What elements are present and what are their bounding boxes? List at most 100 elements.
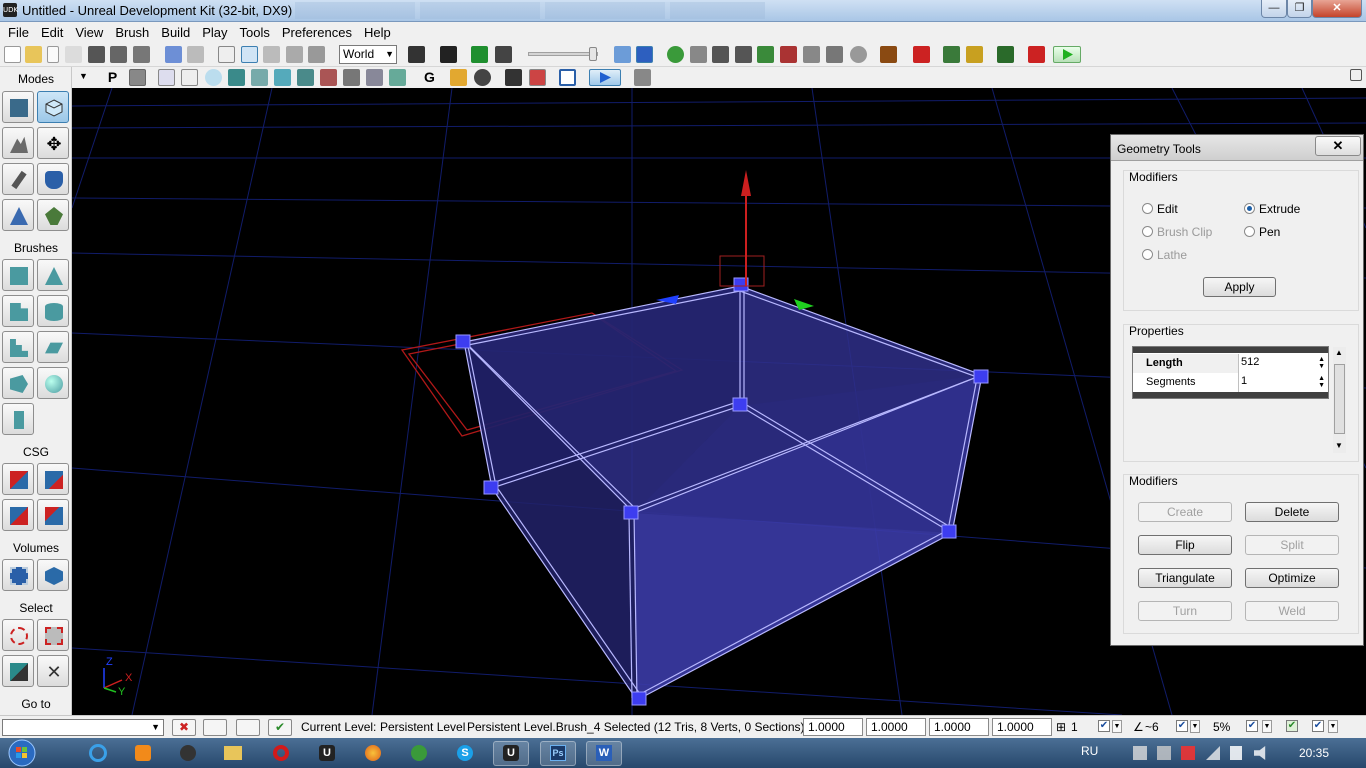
coordinate-system-select[interactable]: World ▼: [339, 45, 397, 64]
game-app-icon[interactable]: [170, 741, 206, 766]
kismet-k-icon[interactable]: [471, 46, 488, 63]
spiral-stair-brush-button[interactable]: [2, 367, 34, 399]
levels-icon[interactable]: [236, 719, 260, 736]
scale-y-field[interactable]: 1.0000: [866, 718, 926, 736]
sheet-brush-button[interactable]: [37, 331, 69, 363]
lighting-channels-icon[interactable]: [389, 69, 406, 86]
drag-grid-checkbox[interactable]: ✔: [1312, 720, 1324, 732]
volumetric-brush-button[interactable]: [2, 403, 34, 435]
tray-app-icon[interactable]: [1133, 746, 1147, 760]
wireframe-icon[interactable]: [158, 69, 175, 86]
play-in-viewport-button[interactable]: [589, 69, 621, 86]
select-none-button[interactable]: ✕: [37, 655, 69, 687]
game-view-icon[interactable]: G: [421, 69, 438, 86]
menu-help[interactable]: Help: [358, 25, 397, 40]
language-indicator[interactable]: RU: [1081, 744, 1098, 758]
properties-scroll-thumb[interactable]: [1334, 364, 1345, 434]
property-spinner[interactable]: ▲ ▼: [1318, 356, 1325, 370]
property-value[interactable]: 512: [1241, 354, 1259, 370]
minimize-button[interactable]: —: [1261, 0, 1287, 18]
menu-play[interactable]: Play: [196, 25, 233, 40]
rotation-snap-dropdown[interactable]: ▼: [1190, 720, 1200, 733]
triangulate-button[interactable]: Triangulate: [1138, 568, 1232, 588]
add-special-button[interactable]: [37, 559, 69, 591]
perspective-toggle[interactable]: P: [104, 69, 121, 86]
lock-icon[interactable]: [450, 69, 467, 86]
clock-time[interactable]: 20:35: [1299, 746, 1329, 760]
autosave-icon[interactable]: ✔: [1286, 720, 1298, 732]
scale-z-field[interactable]: 1.0000: [929, 718, 989, 736]
select-invert-button[interactable]: [2, 655, 34, 687]
file-explorer-icon[interactable]: [215, 741, 251, 766]
tray-security-icon[interactable]: [1181, 746, 1195, 760]
geometry-tools-close-button[interactable]: ✕: [1315, 136, 1361, 156]
scale-w-field[interactable]: 1.0000: [992, 718, 1052, 736]
lightbulb-icon[interactable]: [203, 719, 227, 736]
play-console-icon[interactable]: [913, 46, 930, 63]
internet-explorer-icon[interactable]: [80, 741, 116, 766]
kismet-icon[interactable]: [440, 46, 457, 63]
scale-snap-value[interactable]: 5%: [1213, 720, 1230, 734]
apply-button[interactable]: Apply: [1203, 277, 1276, 297]
lock-selection-icon[interactable]: [529, 69, 546, 86]
menu-view[interactable]: View: [69, 25, 109, 40]
search-actors-icon[interactable]: [408, 46, 425, 63]
close-button[interactable]: ✕: [1312, 0, 1362, 18]
landscape-mode-button[interactable]: [2, 199, 34, 231]
weld-button[interactable]: Weld: [1245, 601, 1339, 621]
linear-stair-brush-button[interactable]: [2, 331, 34, 363]
restore-viewport-icon[interactable]: [1350, 69, 1362, 81]
create-button[interactable]: Create: [1138, 502, 1232, 522]
lighting-quality-icon[interactable]: [780, 46, 797, 63]
new-file-icon[interactable]: [4, 46, 21, 63]
geometry-tools-titlebar[interactable]: Geometry Tools ✕: [1111, 135, 1363, 161]
play-in-viewport-icon[interactable]: [997, 46, 1014, 63]
utorrent-icon[interactable]: [401, 741, 437, 766]
build-lighting-icon[interactable]: [690, 46, 707, 63]
grid-snap-dropdown[interactable]: ▼: [1112, 720, 1122, 733]
play-mobile-icon[interactable]: [966, 46, 983, 63]
geometry-mode-button[interactable]: [37, 91, 69, 123]
statistics-icon[interactable]: [826, 46, 843, 63]
cone-brush-button[interactable]: [37, 259, 69, 291]
start-button[interactable]: [6, 738, 38, 768]
lightmass-icon[interactable]: [803, 46, 820, 63]
command-combo[interactable]: ▼: [2, 719, 164, 736]
media-player-icon[interactable]: [125, 741, 161, 766]
action-center-flag-icon[interactable]: [1230, 746, 1242, 760]
maximize-button[interactable]: ❐: [1287, 0, 1312, 18]
menu-file[interactable]: File: [2, 25, 35, 40]
light-complexity-icon[interactable]: [297, 69, 314, 86]
content-browser-icon[interactable]: [614, 46, 631, 63]
csg-subtract-button[interactable]: [37, 463, 69, 495]
map-check-icon[interactable]: [880, 46, 897, 63]
build-geometry-icon[interactable]: [667, 46, 684, 63]
select-mode-icon[interactable]: [218, 46, 235, 63]
maximize-viewport-icon[interactable]: [559, 69, 576, 86]
menu-brush[interactable]: Brush: [109, 25, 155, 40]
build-cover-icon[interactable]: [735, 46, 752, 63]
build-paths-icon[interactable]: [712, 46, 729, 63]
save-current-level-icon[interactable]: [133, 46, 150, 63]
property-spinner[interactable]: ▲ ▼: [1318, 375, 1325, 389]
current-level-value[interactable]: Persistent Level: [380, 720, 465, 734]
viewport-type-icon[interactable]: [129, 69, 146, 86]
photoshop-task[interactable]: Ps: [540, 741, 576, 766]
play-in-editor-icon[interactable]: [943, 46, 960, 63]
property-row-length[interactable]: Length 512 ▲ ▼: [1133, 354, 1328, 373]
scale-mode-icon[interactable]: [286, 46, 303, 63]
turn-button[interactable]: Turn: [1138, 601, 1232, 621]
word-task[interactable]: W: [586, 741, 622, 766]
split-viewport-icon[interactable]: [634, 69, 651, 86]
mesh-paint-mode-button[interactable]: [37, 163, 69, 195]
translate-mode-icon[interactable]: [241, 46, 258, 63]
sphere-brush-button[interactable]: [37, 367, 69, 399]
udk-window-task[interactable]: U: [493, 741, 529, 766]
save-all-icon[interactable]: [110, 46, 127, 63]
camera-mode-button[interactable]: [2, 91, 34, 123]
properties-scrollbar[interactable]: ▲ ▼: [1333, 347, 1346, 453]
menu-build[interactable]: Build: [155, 25, 196, 40]
menu-tools[interactable]: Tools: [234, 25, 276, 40]
matinee-icon[interactable]: [495, 46, 512, 63]
play-button[interactable]: [1053, 46, 1081, 63]
